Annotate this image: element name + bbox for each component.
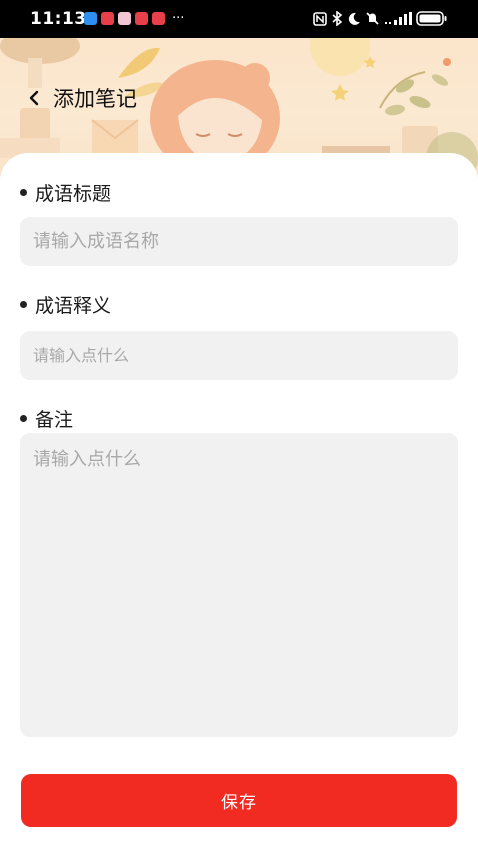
idiom-meaning-label: 成语释义 <box>20 291 111 318</box>
moon-icon <box>348 12 360 25</box>
system-icons <box>313 11 448 26</box>
idiom-title-label: 成语标题 <box>20 179 111 206</box>
app-notification-icon <box>152 12 165 25</box>
note-label: 备注 <box>20 405 73 432</box>
note-textarea[interactable] <box>20 433 458 737</box>
nfc-icon <box>313 11 327 26</box>
idiom-title-input[interactable] <box>20 217 458 266</box>
chevron-left-icon <box>29 90 39 106</box>
app-notification-icon <box>101 12 114 25</box>
battery-icon <box>416 11 447 26</box>
status-time: 11:13 <box>30 9 87 29</box>
idiom-meaning-input[interactable] <box>20 331 458 380</box>
signal-icon <box>385 12 412 25</box>
bluetooth-icon <box>332 11 343 26</box>
mute-icon <box>366 12 379 25</box>
bullet-dot <box>20 189 27 196</box>
app-notification-icon <box>84 12 97 25</box>
app-notification-icon <box>135 12 148 25</box>
note-label-text: 备注 <box>35 409 74 431</box>
bullet-dot <box>20 415 27 422</box>
notification-icons: ··· <box>84 12 184 25</box>
app-notification-icon <box>118 12 131 25</box>
back-button[interactable] <box>22 86 46 110</box>
add-note-screen: 11:13 ··· 添加笔记 成语标题 请输入成语名称 成语释义 请输入点什么 … <box>0 0 478 850</box>
more-notifications-indicator: ··· <box>172 11 185 26</box>
page-title: 添加笔记 <box>53 87 137 111</box>
bullet-dot <box>20 301 27 308</box>
idiom-meaning-label-text: 成语释义 <box>35 295 112 317</box>
idiom-title-label-text: 成语标题 <box>35 183 112 205</box>
note-form: 成语标题 成语释义 备注 保存 <box>0 153 478 850</box>
save-button[interactable]: 保存 <box>21 774 457 827</box>
status-bar: 11:13 ··· <box>0 0 478 38</box>
